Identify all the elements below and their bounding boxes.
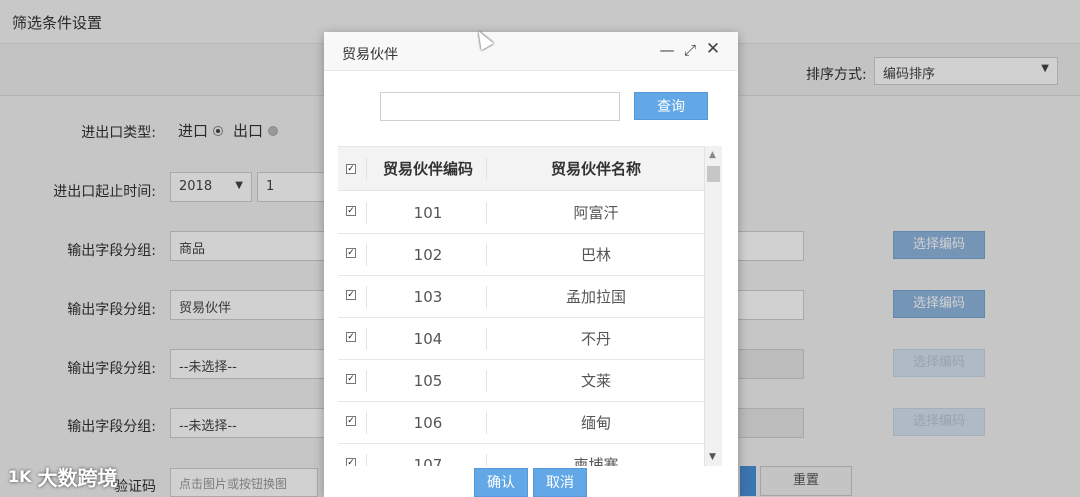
table-row[interactable]: ✓ 106 缅甸 [338, 402, 704, 444]
table-row[interactable]: ✓ 107 柬埔寨 [338, 444, 704, 466]
table-row[interactable]: ✓ 105 文莱 [338, 360, 704, 402]
row-name: 巴林 [580, 246, 611, 264]
row-name: 文莱 [580, 372, 611, 390]
trade-partner-modal: 贸易伙伴 — ⤢ ✕ 查询 ✓ 贸易伙伴编码 贸易伙伴名称 ✓ 101 阿富汗 … [324, 32, 738, 497]
row-name: 阿富汗 [573, 204, 619, 222]
row-code: 107 [413, 456, 443, 466]
row-name: 缅甸 [580, 414, 611, 432]
scroll-thumb[interactable] [707, 166, 720, 182]
column-divider [366, 370, 367, 392]
row-checkbox[interactable]: ✓ [346, 458, 356, 466]
column-divider [486, 158, 487, 180]
maximize-icon[interactable]: ⤢ [681, 41, 699, 59]
minimize-icon[interactable]: — [658, 41, 676, 59]
row-checkbox[interactable]: ✓ [346, 374, 356, 384]
table-scrollbar[interactable]: ▲ ▼ [704, 146, 722, 466]
row-code: 103 [413, 288, 443, 306]
query-button[interactable]: 查询 [634, 92, 708, 120]
select-all-checkbox[interactable]: ✓ [346, 164, 356, 174]
row-code: 101 [413, 204, 443, 222]
column-divider [486, 412, 487, 434]
row-checkbox[interactable]: ✓ [346, 416, 356, 426]
column-divider [486, 244, 487, 266]
row-name: 孟加拉国 [565, 288, 626, 306]
header-name: 贸易伙伴名称 [550, 160, 641, 178]
partner-table: ✓ 贸易伙伴编码 贸易伙伴名称 ✓ 101 阿富汗 ✓ 102 巴林 ✓ 103… [338, 146, 704, 466]
column-divider [366, 286, 367, 308]
column-divider [366, 412, 367, 434]
modal-search-input[interactable] [380, 92, 620, 121]
watermark: 1K 大数跨境 [8, 462, 118, 491]
watermark-text: 大数跨境 [37, 466, 118, 490]
table-row[interactable]: ✓ 104 不丹 [338, 318, 704, 360]
watermark-logo-icon: 1K [8, 467, 32, 486]
cancel-button[interactable]: 取消 [533, 468, 587, 497]
row-code: 104 [413, 330, 443, 348]
row-checkbox[interactable]: ✓ [346, 206, 356, 216]
column-divider [366, 202, 367, 224]
scroll-up-icon[interactable]: ▲ [709, 150, 716, 160]
column-divider [486, 370, 487, 392]
scroll-down-icon[interactable]: ▼ [709, 452, 716, 462]
column-divider [486, 454, 487, 466]
row-checkbox[interactable]: ✓ [346, 332, 356, 342]
row-checkbox[interactable]: ✓ [346, 248, 356, 258]
row-name: 柬埔寨 [573, 456, 619, 466]
row-checkbox[interactable]: ✓ [346, 290, 356, 300]
column-divider [486, 328, 487, 350]
row-code: 106 [413, 414, 443, 432]
table-row[interactable]: ✓ 103 孟加拉国 [338, 276, 704, 318]
row-name: 不丹 [580, 330, 611, 348]
table-row[interactable]: ✓ 101 阿富汗 [338, 192, 704, 234]
column-divider [366, 244, 367, 266]
row-code: 105 [413, 372, 443, 390]
column-divider [366, 328, 367, 350]
close-icon[interactable]: ✕ [704, 39, 722, 59]
row-code: 102 [413, 246, 443, 264]
modal-title: 贸易伙伴 [342, 47, 398, 63]
modal-titlebar: 贸易伙伴 — ⤢ ✕ [324, 32, 738, 71]
column-divider [486, 286, 487, 308]
confirm-button[interactable]: 确认 [474, 468, 528, 497]
header-code: 贸易伙伴编码 [382, 160, 473, 178]
column-divider [366, 454, 367, 466]
table-header: ✓ 贸易伙伴编码 贸易伙伴名称 [338, 147, 704, 191]
column-divider [486, 202, 487, 224]
table-row[interactable]: ✓ 102 巴林 [338, 234, 704, 276]
column-divider [366, 158, 367, 180]
